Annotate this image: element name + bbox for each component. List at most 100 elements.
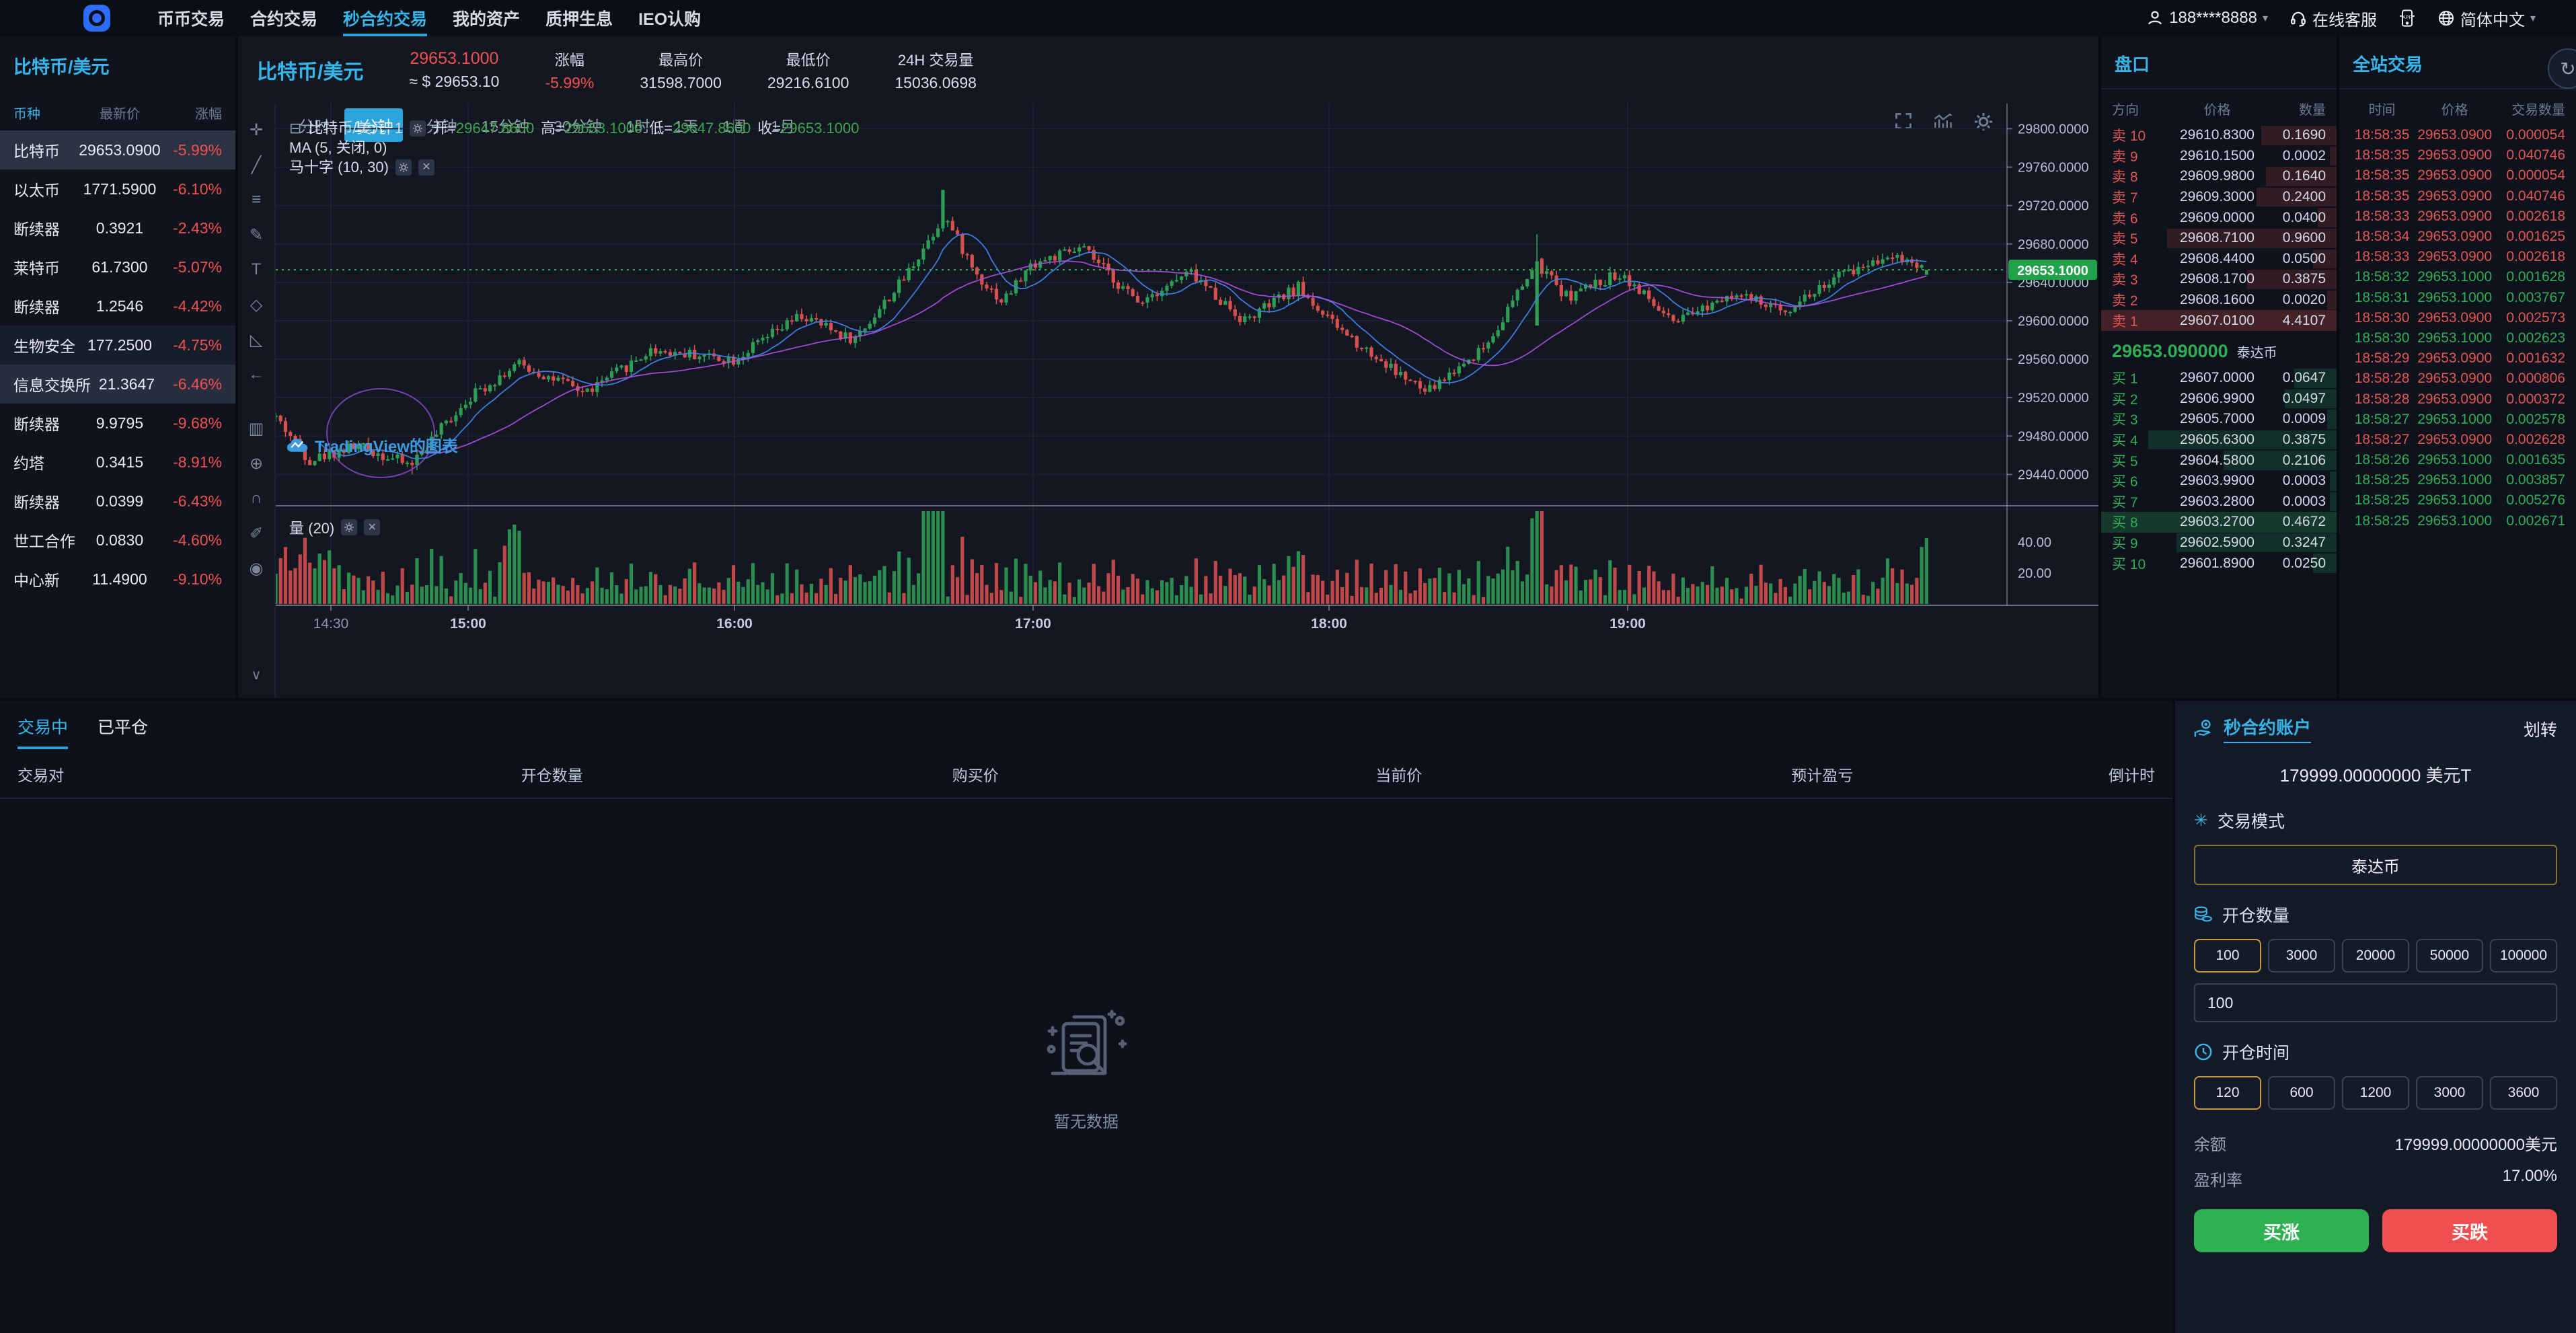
online-support-button[interactable]: 在线客服 — [2289, 7, 2377, 30]
volume-close-icon[interactable]: ✕ — [364, 519, 380, 535]
price-value: 29608.4400 — [2170, 251, 2264, 267]
panel-title[interactable]: 秒合约账户 — [2224, 714, 2311, 743]
language-selector[interactable]: 简体中文 ▾ — [2437, 7, 2536, 30]
ask-row[interactable]: 卖 929610.15000.0002 — [2101, 146, 2337, 167]
bid-row[interactable]: 买 529604.58000.2106 — [2101, 450, 2337, 471]
toolbar-more-icon[interactable]: ∨ — [241, 659, 271, 690]
bid-row[interactable]: 买 329605.70000.0009 — [2101, 409, 2337, 430]
ask-row[interactable]: 卖 229608.16000.0020 — [2101, 290, 2337, 311]
bid-row[interactable]: 买 1029601.89000.0250 — [2101, 553, 2337, 574]
time-preset-600[interactable]: 600 — [2268, 1076, 2335, 1110]
nav-item-IEO认购[interactable]: IEO认购 — [638, 0, 701, 36]
collapse-toolbar-icon[interactable]: ← — [241, 359, 271, 390]
bid-row[interactable]: 买 929602.59000.3247 — [2101, 533, 2337, 554]
depth-bar — [2327, 291, 2337, 310]
nav-item-我的资产[interactable]: 我的资产 — [453, 0, 520, 36]
qty-value: 0.0003 — [2264, 494, 2326, 510]
crosshair-icon[interactable]: ✛ — [241, 114, 271, 145]
brush-icon[interactable]: ✎ — [241, 219, 271, 250]
coin-change: -8.91% — [163, 453, 222, 471]
amount-preset-3000[interactable]: 3000 — [2268, 939, 2335, 973]
mode-select[interactable]: 泰达币 — [2194, 845, 2557, 885]
edit-icon[interactable]: ✐ — [241, 518, 271, 549]
collapse-pane-icon[interactable]: ⊟ — [289, 118, 301, 138]
empty-text: 暂无数据 — [0, 1108, 2172, 1132]
pattern-icon[interactable]: ◇ — [241, 289, 271, 320]
text-tool-icon[interactable]: T — [241, 254, 271, 285]
price-value: 29610.8300 — [2170, 127, 2264, 143]
bid-row[interactable]: 买 629603.99000.0003 — [2101, 471, 2337, 492]
coin-row-约塔[interactable]: 约塔0.3415-8.91% — [0, 443, 235, 482]
legend-ma-row: MA (5, 关闭, 0) — [289, 138, 859, 157]
nav-item-秒合约交易[interactable]: 秒合约交易 — [343, 0, 427, 36]
fib-retracement-icon[interactable]: ≡ — [241, 184, 271, 215]
direction-label: 买 2 — [2112, 389, 2170, 409]
magnet-icon[interactable]: ∩ — [241, 483, 271, 514]
series-settings-icon[interactable] — [410, 120, 426, 137]
cross-settings-icon[interactable] — [395, 159, 412, 176]
qty-value: 0.0400 — [2264, 210, 2326, 226]
main-menu: 币币交易合约交易秒合约交易我的资产质押生息 IEO认购 — [157, 0, 701, 36]
qty-value: 0.2400 — [2264, 189, 2326, 205]
lock-icon[interactable]: ◉ — [241, 553, 271, 584]
ask-row[interactable]: 卖 829609.98000.1640 — [2101, 166, 2337, 187]
time-preset-1200[interactable]: 1200 — [2342, 1076, 2409, 1110]
tradingview-attribution[interactable]: TradingView的图表 — [287, 433, 458, 457]
nav-item-质押生息[interactable]: 质押生息 — [545, 0, 613, 36]
bid-row[interactable]: 买 129607.00000.0647 — [2101, 368, 2337, 389]
time-preset-3600[interactable]: 3600 — [2490, 1076, 2557, 1110]
nav-item-币币交易[interactable]: 币币交易 — [157, 0, 225, 36]
volume-settings-icon[interactable] — [341, 519, 357, 535]
ask-row[interactable]: 卖 429608.44000.0500 — [2101, 249, 2337, 270]
time-preset-120[interactable]: 120 — [2194, 1076, 2261, 1110]
bar-pattern-icon[interactable]: ▥ — [241, 413, 271, 444]
depth-bar — [2327, 410, 2337, 429]
time-preset-3000[interactable]: 3000 — [2416, 1076, 2483, 1110]
amount-preset-100[interactable]: 100 — [2194, 939, 2261, 973]
nav-item-合约交易[interactable]: 合约交易 — [250, 0, 317, 36]
coin-row-信息交换所[interactable]: 信息交换所21.3647-6.46% — [0, 365, 235, 404]
bid-row[interactable]: 买 729603.28000.0003 — [2101, 492, 2337, 512]
transfer-link[interactable]: 划转 — [2524, 717, 2557, 741]
coin-row-中心新[interactable]: 中心新11.4900-9.10% — [0, 560, 235, 599]
coin-row-莱特币[interactable]: 莱特币61.7300-5.07% — [0, 247, 235, 287]
bid-row[interactable]: 买 829603.27000.4672 — [2101, 512, 2337, 533]
coin-row-断续器[interactable]: 断续器0.0399-6.43% — [0, 482, 235, 521]
candlestick-chart[interactable]: 29800.000029760.000029720.000029680.0000… — [276, 104, 2098, 660]
ask-row[interactable]: 卖 629609.00000.0400 — [2101, 207, 2337, 228]
account-menu[interactable]: 188****8888 ▾ — [2146, 9, 2268, 28]
coin-row-断续器[interactable]: 断续器9.9795-9.68% — [0, 404, 235, 443]
tab-已平仓[interactable]: 已平仓 — [98, 714, 148, 749]
zoom-icon[interactable]: ⊕ — [241, 448, 271, 479]
ask-row[interactable]: 卖 729609.30000.2400 — [2101, 187, 2337, 208]
amount-preset-50000[interactable]: 50000 — [2416, 939, 2483, 973]
coin-row-以太币[interactable]: 以太币1771.5900-6.10% — [0, 169, 235, 208]
coin-row-断续器[interactable]: 断续器1.2546-4.42% — [0, 287, 235, 326]
coin-row-比特币[interactable]: 比特币29653.0900-5.99% — [0, 130, 235, 169]
price-value: 29608.1600 — [2170, 292, 2264, 308]
ask-row[interactable]: 卖 529608.71000.9600 — [2101, 228, 2337, 249]
direction-label: 卖 9 — [2112, 146, 2170, 166]
measure-icon[interactable]: ◺ — [241, 324, 271, 355]
ask-row[interactable]: 卖 129607.01004.4107 — [2101, 310, 2337, 331]
cross-close-icon[interactable]: ✕ — [418, 159, 434, 176]
price-value: 29609.9800 — [2170, 168, 2264, 184]
buy-up-button[interactable]: 买涨 — [2194, 1209, 2369, 1252]
bid-row[interactable]: 买 429605.63000.3875 — [2101, 430, 2337, 451]
amount-input[interactable] — [2194, 983, 2557, 1022]
amount-preset-20000[interactable]: 20000 — [2342, 939, 2409, 973]
coin-row-世工合作[interactable]: 世工合作0.0830-4.60% — [0, 521, 235, 560]
volume-legend: 量 (20) ✕ — [289, 517, 380, 538]
exchange-logo-icon[interactable] — [83, 5, 110, 32]
ask-row[interactable]: 卖 1029610.83000.1690 — [2101, 125, 2337, 146]
trendline-icon[interactable]: ╱ — [241, 149, 271, 180]
bid-row[interactable]: 买 229606.99000.0497 — [2101, 389, 2337, 410]
coin-row-断续器[interactable]: 断续器0.3921-2.43% — [0, 208, 235, 247]
amount-preset-100000[interactable]: 100000 — [2490, 939, 2557, 973]
buy-down-button[interactable]: 买跌 — [2382, 1209, 2557, 1252]
coin-row-生物安全[interactable]: 生物安全177.2500-4.75% — [0, 326, 235, 365]
tab-交易中[interactable]: 交易中 — [17, 714, 68, 749]
headset-icon — [2289, 9, 2307, 27]
app-download-button[interactable]: APP — [2398, 9, 2416, 28]
ask-row[interactable]: 卖 329608.17000.3875 — [2101, 269, 2337, 290]
